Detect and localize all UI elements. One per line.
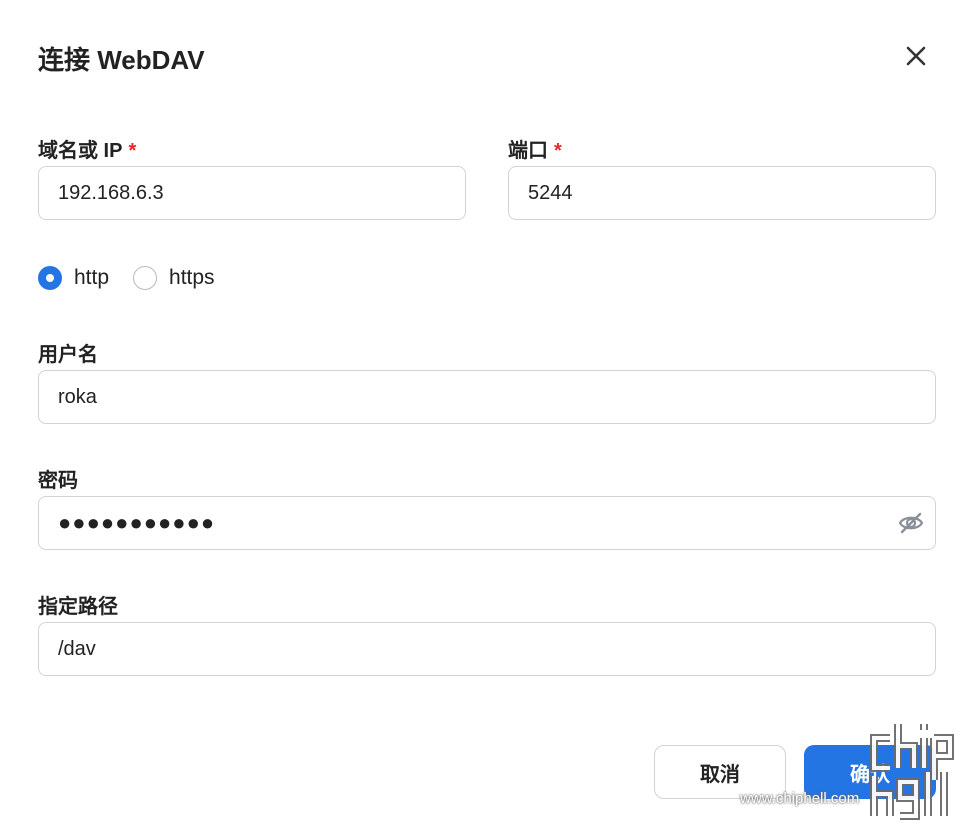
path-label: 指定路径 bbox=[38, 596, 118, 618]
username-input-value: roka bbox=[58, 385, 97, 408]
required-mark: * bbox=[128, 140, 137, 162]
close-button[interactable] bbox=[898, 38, 934, 74]
required-mark: * bbox=[554, 140, 562, 162]
watermark-site-text: www.chiphell.com bbox=[740, 790, 860, 807]
radio-http[interactable]: http bbox=[38, 266, 109, 290]
port-label: 端口 * bbox=[508, 134, 562, 163]
username-label: 用户名 bbox=[38, 344, 98, 366]
protocol-radio-group: http https bbox=[38, 264, 239, 292]
radio-checked-indicator[interactable] bbox=[38, 266, 62, 290]
chiphell-watermark-logo bbox=[870, 724, 954, 820]
password-input[interactable]: ●●●●●●●●●●● bbox=[38, 496, 936, 550]
close-icon bbox=[906, 46, 926, 66]
port-input[interactable]: 5244 bbox=[508, 166, 936, 220]
path-input[interactable]: /dav bbox=[38, 622, 936, 676]
host-label-text: 域名或 IP bbox=[38, 140, 123, 162]
radio-unchecked-indicator[interactable] bbox=[133, 266, 158, 290]
eye-off-icon bbox=[898, 512, 924, 534]
webdav-connect-dialog: 连接 WebDAV 域名或 IP * 192.168.6.3 端口 * 5244 h… bbox=[0, 0, 968, 834]
username-input[interactable]: roka bbox=[38, 370, 936, 424]
port-input-value: 5244 bbox=[528, 181, 573, 204]
radio-https[interactable]: https bbox=[133, 266, 215, 290]
radio-http-label: http bbox=[74, 266, 110, 289]
path-input-value: /dav bbox=[58, 637, 96, 660]
host-input-value: 192.168.6.3 bbox=[58, 181, 164, 204]
toggle-password-visibility-button[interactable] bbox=[897, 510, 925, 536]
port-label-text: 端口 bbox=[508, 140, 548, 162]
radio-https-label: https bbox=[169, 266, 215, 289]
host-input[interactable]: 192.168.6.3 bbox=[38, 166, 466, 220]
password-label: 密码 bbox=[38, 470, 78, 492]
password-masked-value: ●●●●●●●●●●● bbox=[58, 510, 216, 535]
dialog-title: 连接 WebDAV bbox=[38, 45, 205, 75]
host-label: 域名或 IP * bbox=[38, 134, 136, 163]
